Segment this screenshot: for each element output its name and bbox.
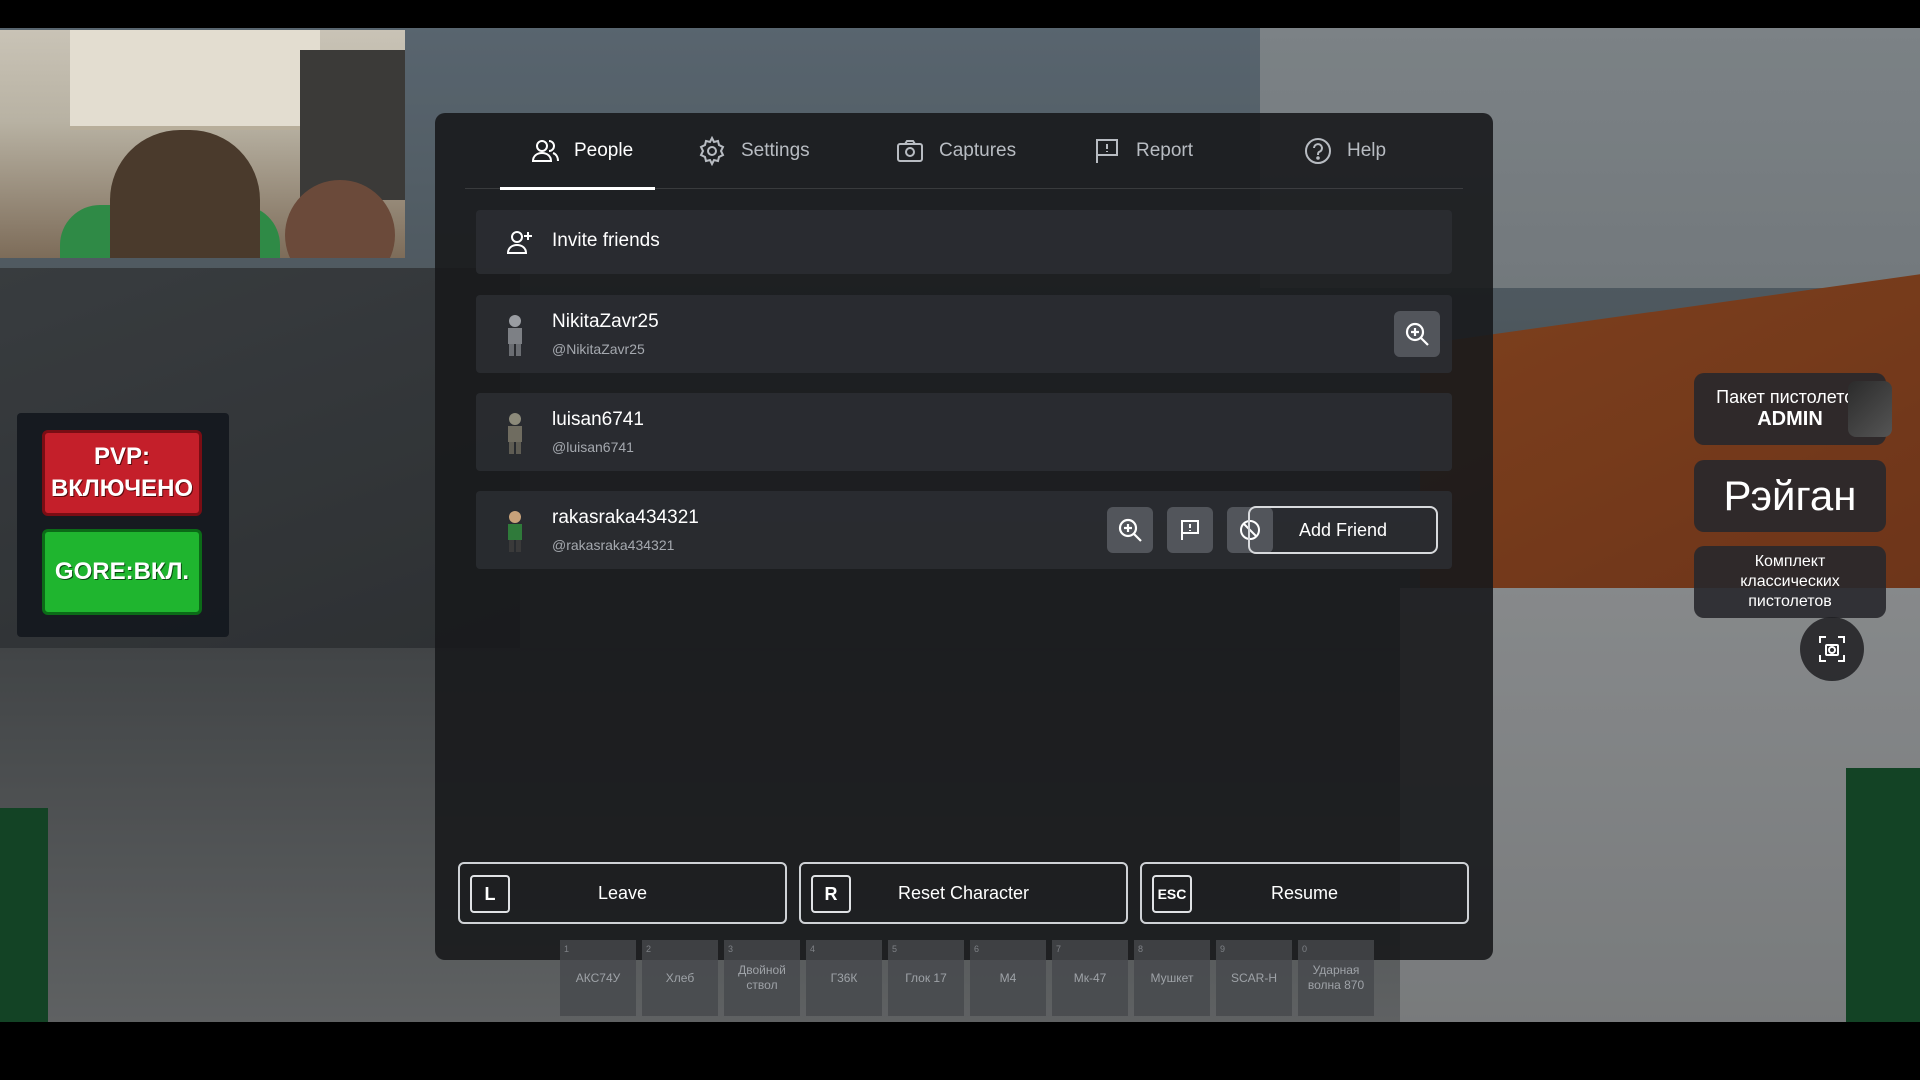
hotbar-slot[interactable]: 5 Глок 17 (888, 940, 964, 1016)
hotbar-slot[interactable]: 0 Ударная волна 870 (1298, 940, 1374, 1016)
player-avatar (508, 413, 522, 454)
gear-icon (699, 136, 725, 166)
tab-captures[interactable]: Captures (895, 113, 1016, 189)
player-row[interactable]: NikitaZavr25 @NikitaZavr25 (476, 295, 1452, 373)
screenshot-icon (1819, 636, 1845, 662)
player-avatar (508, 511, 522, 552)
leave-button[interactable]: L Leave (458, 862, 787, 924)
view-profile-button[interactable] (1107, 507, 1153, 553)
invite-friends-row[interactable]: Invite friends (476, 210, 1452, 274)
pistol-pack-admin-button[interactable]: Пакет пистолетов ADMIN (1694, 373, 1892, 445)
active-tab-indicator (500, 187, 655, 190)
key-hint: ESC (1152, 875, 1192, 913)
gore-toggle[interactable]: GORE:ВКЛ. (42, 529, 202, 615)
camera-icon (897, 140, 923, 162)
streamer-avatar (110, 130, 260, 258)
classic-pistols-button[interactable]: Комплект классических пистолетов (1694, 546, 1886, 618)
screenshot-button[interactable] (1800, 617, 1864, 681)
zoom-in-icon (1118, 518, 1142, 542)
hotbar-slot[interactable]: 1 АКС74У (560, 940, 636, 1016)
hotbar-slot[interactable]: 2 Хлеб (642, 940, 718, 1016)
pistol-icon (1848, 381, 1892, 437)
game-menu: People Settings Captures Report Help Inv… (435, 113, 1493, 960)
tab-report[interactable]: Report (1092, 113, 1193, 189)
help-icon (1305, 138, 1331, 164)
webcam-overlay (0, 30, 405, 258)
tab-people[interactable]: People (500, 113, 655, 190)
game-screen: PVP: ВКЛЮЧЕНО GORE:ВКЛ. Пакет пистолетов… (0, 0, 1920, 1080)
people-icon (531, 140, 559, 162)
hotbar-slot[interactable]: 6 M4 (970, 940, 1046, 1016)
tab-bar: People Settings Captures Report Help (465, 113, 1463, 190)
zoom-in-icon (1405, 322, 1429, 346)
hotbar-slot[interactable]: 9 SCAR-H (1216, 940, 1292, 1016)
status-panel: PVP: ВКЛЮЧЕНО GORE:ВКЛ. (17, 413, 229, 637)
resume-button[interactable]: ESC Resume (1140, 862, 1469, 924)
report-player-button[interactable] (1167, 507, 1213, 553)
letterbox-bar (0, 1022, 1920, 1080)
player-row[interactable]: rakasraka434321 @rakasraka434321 Add Fri… (476, 491, 1452, 569)
hotbar-slot[interactable]: 7 Мк-47 (1052, 940, 1128, 1016)
flag-icon (1096, 139, 1118, 163)
raygun-button[interactable]: Рэйган (1694, 460, 1886, 532)
tab-settings[interactable]: Settings (697, 113, 810, 189)
key-hint: R (811, 875, 851, 913)
hotbar-slot[interactable]: 3 Двойной ствол (724, 940, 800, 1016)
hotbar: 1 АКС74У 2 Хлеб 3 Двойной ствол 4 Г36К 5 Глок… (560, 940, 1374, 1016)
hotbar-slot[interactable]: 4 Г36К (806, 940, 882, 1016)
flag-icon (1181, 520, 1199, 540)
hotbar-slot[interactable]: 8 Мушкет (1134, 940, 1210, 1016)
tab-help[interactable]: Help (1303, 113, 1386, 189)
pvp-toggle[interactable]: PVP: ВКЛЮЧЕНО (42, 430, 202, 516)
view-profile-button[interactable] (1394, 311, 1440, 357)
add-friend-button[interactable]: Add Friend (1248, 506, 1438, 554)
add-person-icon (506, 231, 532, 254)
player-avatar (508, 315, 522, 356)
player-row[interactable]: luisan6741 @luisan6741 (476, 393, 1452, 471)
key-hint: L (470, 875, 510, 913)
reset-character-button[interactable]: R Reset Character (799, 862, 1128, 924)
